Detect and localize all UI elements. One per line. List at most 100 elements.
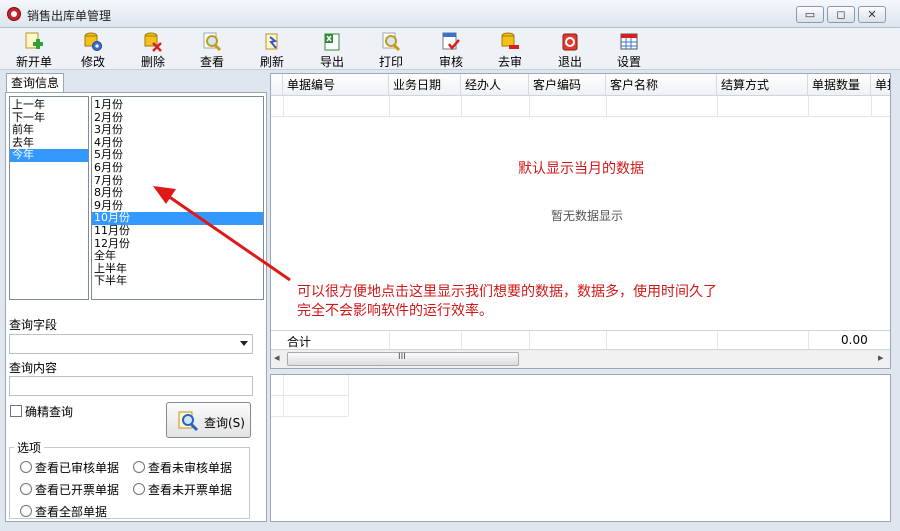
column-header[interactable]: 单据数量 bbox=[808, 74, 871, 96]
default-month-note: 默认显示当月的数据 bbox=[518, 161, 644, 177]
detail-grid[interactable] bbox=[270, 374, 891, 522]
column-header[interactable]: 经办人 bbox=[461, 74, 529, 96]
column-header[interactable]: 结算方式 bbox=[717, 74, 808, 96]
radio-invoiced[interactable] bbox=[20, 483, 32, 495]
excel-export-icon bbox=[324, 33, 340, 51]
settings-label: 设置 bbox=[616, 55, 641, 69]
radio-uninvoiced[interactable] bbox=[133, 483, 145, 495]
annotation-text-line2: 完全不会影响软件的运行效率。 bbox=[297, 303, 493, 319]
minimize-button[interactable]: ▭ bbox=[796, 6, 824, 23]
option-all-label: 查看全部单据 bbox=[35, 505, 108, 519]
options-title: 选项 bbox=[14, 439, 45, 456]
list-item[interactable]: 上一年 bbox=[10, 98, 88, 112]
list-item[interactable]: 前年 bbox=[10, 124, 88, 137]
grid-col-line bbox=[717, 331, 718, 349]
grid-col-line bbox=[606, 96, 607, 116]
list-item[interactable]: 11月份 bbox=[92, 224, 263, 238]
list-item[interactable]: 12月份 bbox=[92, 237, 263, 251]
grid-col-line bbox=[808, 331, 809, 349]
print-button[interactable]: 打印 bbox=[365, 29, 417, 69]
settings-grid-icon bbox=[620, 33, 638, 50]
query-button-label: 查询(S) bbox=[204, 416, 245, 430]
column-header[interactable]: 单据 bbox=[871, 74, 890, 96]
grid-col-line bbox=[283, 375, 284, 416]
delete-button[interactable]: 删除 bbox=[127, 29, 179, 69]
query-field-select[interactable] bbox=[9, 334, 253, 354]
orders-grid[interactable]: 单据编号 业务日期 经办人 客户编码 客户名称 结算方式 单据数量 单据 默认显… bbox=[270, 73, 891, 369]
column-header[interactable]: 单据编号 bbox=[283, 74, 389, 96]
list-item[interactable]: 下半年 bbox=[92, 275, 263, 288]
toolbar: 新开单 修改 删除 查看 刷新 导出 打印 审核 去审 退出 设置 bbox=[0, 28, 900, 70]
column-header[interactable]: 业务日期 bbox=[389, 74, 461, 96]
export-button[interactable]: 导出 bbox=[306, 29, 358, 69]
exit-button[interactable]: 退出 bbox=[544, 29, 596, 69]
list-item[interactable]: 全年 bbox=[92, 250, 263, 263]
scroll-right-icon[interactable]: ▸ bbox=[878, 351, 884, 364]
approve-button[interactable]: 审核 bbox=[425, 29, 477, 69]
new-document-icon bbox=[25, 32, 43, 49]
unapprove-icon bbox=[501, 32, 519, 49]
unapprove-button[interactable]: 去审 bbox=[484, 29, 536, 69]
option-unapproved-label: 查看未审核单据 bbox=[148, 461, 233, 475]
refresh-button[interactable]: 刷新 bbox=[246, 29, 298, 69]
total-label: 合计 bbox=[287, 335, 312, 349]
chevron-down-icon bbox=[240, 341, 248, 346]
approve-icon bbox=[442, 32, 460, 50]
grid-row-line bbox=[271, 116, 890, 117]
modify-button[interactable]: 修改 bbox=[67, 29, 119, 69]
list-item[interactable]: 6月份 bbox=[92, 161, 263, 175]
scrollbar-thumb[interactable]: III bbox=[287, 352, 519, 366]
grid-col-line bbox=[348, 375, 349, 416]
grid-col-line bbox=[529, 96, 530, 116]
grid-col-line bbox=[529, 331, 530, 349]
grid-col-line bbox=[606, 331, 607, 349]
query-button[interactable]: 查询(S) bbox=[166, 402, 251, 438]
grid-col-line bbox=[461, 96, 462, 116]
close-button[interactable]: ✕ bbox=[858, 6, 886, 23]
maximize-button[interactable]: ◻ bbox=[827, 6, 855, 23]
option-approved-label: 查看已审核单据 bbox=[35, 461, 120, 475]
annotation-text-line1: 可以很方便地点击这里显示我们想要的数据，数据多，使用时间久了 bbox=[297, 284, 717, 300]
option-invoiced-label: 查看已开票单据 bbox=[35, 483, 120, 497]
list-item[interactable]: 8月份 bbox=[92, 187, 263, 200]
edit-gear-icon bbox=[84, 32, 102, 51]
month-list[interactable]: 1月份 2月份 3月份 4月份 5月份 6月份 7月份 8月份 9月份 10月份… bbox=[91, 96, 264, 300]
list-item-selected[interactable]: 今年 bbox=[10, 149, 88, 162]
grid-col-line bbox=[389, 96, 390, 116]
grid-total-row: 合计 0.00 bbox=[271, 330, 890, 350]
refresh-label: 刷新 bbox=[259, 55, 284, 69]
exact-query-checkbox[interactable] bbox=[10, 405, 22, 417]
tab-query-info[interactable]: 查询信息 bbox=[6, 73, 64, 93]
refresh-icon bbox=[265, 33, 278, 50]
query-field-label: 查询字段 bbox=[9, 318, 58, 332]
view-button[interactable]: 查看 bbox=[186, 29, 238, 69]
print-preview-icon bbox=[382, 32, 401, 52]
year-list[interactable]: 上一年 下一年 前年 去年 今年 bbox=[9, 96, 89, 300]
radio-all[interactable] bbox=[20, 505, 32, 517]
exit-label: 退出 bbox=[557, 55, 582, 69]
column-header[interactable]: 客户名称 bbox=[606, 74, 717, 96]
right-margin bbox=[892, 73, 900, 522]
column-header[interactable]: 客户编码 bbox=[529, 74, 606, 96]
settings-button[interactable]: 设置 bbox=[603, 29, 655, 69]
query-content-input[interactable] bbox=[9, 376, 253, 396]
option-uninvoiced-label: 查看未开票单据 bbox=[148, 483, 233, 497]
row-indicator-header bbox=[271, 74, 283, 96]
view-label: 查看 bbox=[199, 55, 224, 69]
total-value: 0.00 bbox=[841, 333, 868, 347]
horizontal-scrollbar[interactable]: ◂ III ▸ bbox=[271, 350, 890, 368]
new-order-button[interactable]: 新开单 bbox=[8, 29, 60, 69]
radio-approved[interactable] bbox=[20, 461, 32, 473]
window-title: 销售出库单管理 bbox=[27, 9, 112, 23]
scroll-left-icon[interactable]: ◂ bbox=[274, 351, 280, 364]
approve-label: 审核 bbox=[438, 55, 463, 69]
list-item[interactable]: 1月份 bbox=[92, 98, 263, 112]
search-icon bbox=[178, 411, 199, 432]
grid-col-line bbox=[871, 96, 872, 116]
list-item[interactable]: 3月份 bbox=[92, 124, 263, 137]
app-logo-icon bbox=[7, 7, 21, 21]
grid-header: 单据编号 业务日期 经办人 客户编码 客户名称 结算方式 单据数量 单据 bbox=[271, 74, 890, 96]
magnifier-icon bbox=[203, 32, 222, 52]
radio-unapproved[interactable] bbox=[133, 461, 145, 473]
grid-row-line bbox=[271, 416, 348, 417]
